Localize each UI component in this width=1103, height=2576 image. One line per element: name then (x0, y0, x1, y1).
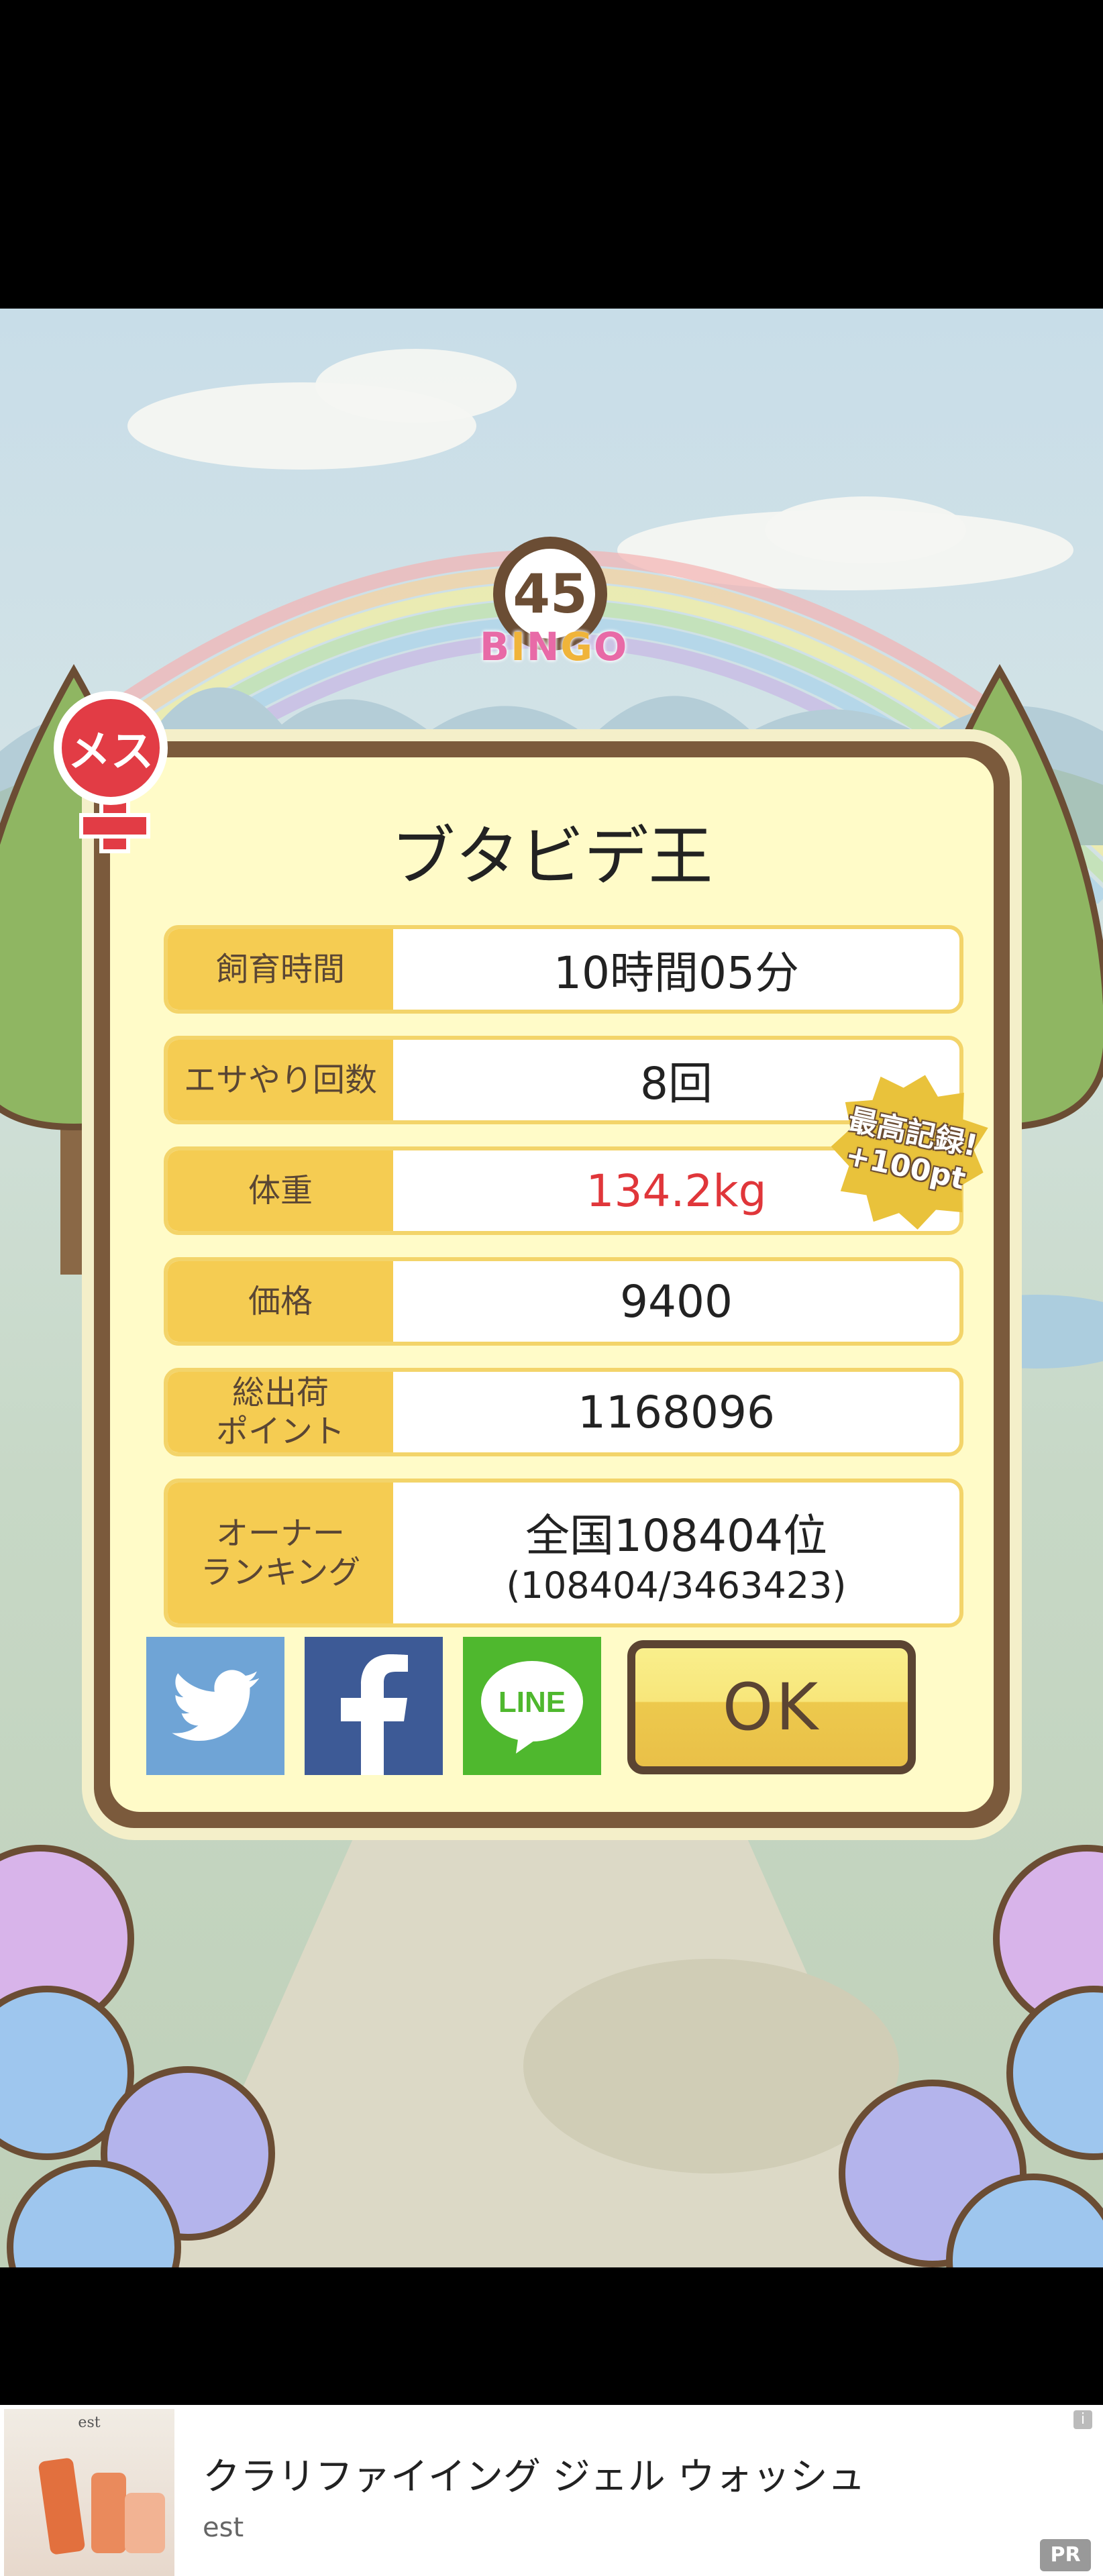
facebook-share-button[interactable] (305, 1637, 443, 1775)
ground-patch (523, 1959, 899, 2174)
bingo-letters: BINGO (480, 624, 627, 669)
product-box (125, 2493, 165, 2553)
ad-brand[interactable]: est (203, 2512, 244, 2543)
record-badge: 最高記録! +100pt (832, 1073, 1013, 1228)
twitter-icon (172, 1670, 259, 1741)
ad-info-icon[interactable]: i (1073, 2410, 1092, 2429)
bingo-badge: 45 BINGO (480, 537, 627, 678)
bingo-letter: B (480, 624, 511, 669)
record-badge-star: 最高記録! +100pt (818, 1059, 1001, 1242)
bingo-letter: O (593, 624, 629, 669)
hydrangea (1006, 1986, 1103, 2160)
ok-button[interactable]: OK (627, 1640, 916, 1774)
bingo-letter: N (526, 624, 561, 669)
ad-banner[interactable]: est クラリファイイング ジェル ウォッシュ est i PR (0, 2405, 1103, 2576)
line-label: LINE (498, 1686, 566, 1719)
twitter-share-button[interactable] (146, 1637, 284, 1775)
line-icon: LINE (481, 1661, 583, 1754)
stat-value: 1168096 (578, 1386, 775, 1438)
stat-label: 体重 (168, 1150, 393, 1231)
product-tube (91, 2473, 126, 2553)
female-icon-cross (79, 813, 150, 839)
record-badge-text: 最高記録! +100pt (837, 1103, 980, 1198)
stat-value: 10時間05分 (554, 947, 799, 999)
bingo-letter: G (560, 624, 594, 669)
ranking-detail: (108404/3463423) (506, 1564, 847, 1607)
facebook-icon (341, 1654, 408, 1775)
ranking-value: 全国108404位 (525, 1509, 827, 1562)
stat-row-rearing-time: 飼育時間 10時間05分 (164, 925, 963, 1014)
stat-label: 飼育時間 (168, 929, 393, 1010)
game-scene: 45 BINGO ブタビデ王 飼育時間 10時間05分 エサやり回数 8回 体重… (0, 309, 1103, 2267)
stat-row-price: 価格 9400 (164, 1257, 963, 1346)
stat-value: 9400 (620, 1275, 733, 1328)
stat-label: オーナー ランキング (168, 1483, 393, 1623)
ad-title[interactable]: クラリファイイング ジェル ウォッシュ (203, 2447, 865, 2501)
female-icon: メス (54, 691, 181, 853)
ad-pr-badge: PR (1040, 2539, 1091, 2571)
pig-name-title: ブタビデ王 (390, 819, 713, 894)
stat-row-owner-ranking: オーナー ランキング 全国108404位 (108404/3463423) (164, 1479, 963, 1627)
stat-label: 総出荷 ポイント (168, 1372, 393, 1452)
product-tube (38, 2457, 86, 2555)
bingo-letter: I (511, 624, 527, 669)
sex-label: メス (54, 691, 168, 805)
stat-row-shipping-points: 総出荷 ポイント 1168096 (164, 1368, 963, 1456)
stat-label: エサやり回数 (168, 1040, 393, 1120)
ad-thumbnail[interactable]: est (4, 2409, 174, 2576)
stat-label: 価格 (168, 1261, 393, 1342)
stat-value-group: 全国108404位 (108404/3463423) (393, 1483, 959, 1623)
line-share-button[interactable]: LINE (463, 1637, 601, 1775)
ad-thumbnail-brand: est (78, 2414, 101, 2431)
